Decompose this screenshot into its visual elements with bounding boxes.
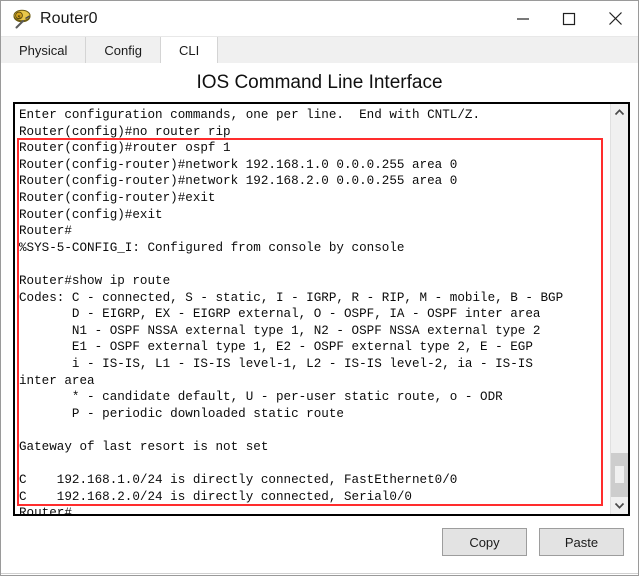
footer-bar: Copy Paste	[1, 516, 638, 575]
cli-line	[19, 422, 610, 439]
cli-line: Router#show ip route	[19, 273, 171, 288]
window-title: Router0	[40, 9, 98, 27]
cli-line	[19, 455, 610, 472]
cli-line: inter area	[19, 373, 95, 388]
cli-line	[19, 256, 610, 273]
cli-line: P - periodic downloaded static route	[19, 406, 344, 421]
scrollbar-track[interactable]	[611, 121, 628, 497]
maximize-icon[interactable]	[546, 1, 592, 36]
paste-button[interactable]: Paste	[539, 528, 624, 556]
window-controls	[500, 1, 638, 36]
page-title: IOS Command Line Interface	[1, 64, 638, 98]
tab-strip: Physical Config CLI	[1, 37, 638, 64]
cli-line: C 192.168.2.0/24 is directly connected, …	[19, 489, 412, 504]
cli-line: Codes: C - connected, S - static, I - IG…	[19, 290, 564, 305]
scrollbar-thumb[interactable]	[611, 453, 628, 497]
router-cli-window: S Router0 Physical Config CLI IOS Comman…	[0, 0, 639, 576]
cli-line: * - candidate default, U - per-user stat…	[19, 390, 503, 405]
svg-text:S: S	[17, 14, 20, 20]
cli-line: D - EIGRP, EX - EIGRP external, O - OSPF…	[19, 307, 541, 322]
cli-line: Router(config)#exit	[19, 207, 163, 222]
cli-line: Enter configuration commands, one per li…	[19, 108, 481, 122]
action-buttons: Copy Paste	[442, 528, 624, 556]
cli-line: Router#	[19, 506, 72, 514]
cli-line: Gateway of last resort is not set	[19, 439, 269, 454]
footer-divider	[1, 573, 638, 574]
cli-line: C 192.168.1.0/24 is directly connected, …	[19, 473, 458, 488]
cli-line: Router(config-router)#exit	[19, 190, 216, 205]
scrollbar-thumb-grip	[615, 466, 624, 483]
minimize-icon[interactable]	[500, 1, 546, 36]
cli-line: N1 - OSPF NSSA external type 1, N2 - OSP…	[19, 323, 541, 338]
cli-line: Router(config-router)#network 192.168.1.…	[19, 157, 458, 172]
title-bar: S Router0	[1, 1, 638, 37]
cli-output-text[interactable]: Enter configuration commands, one per li…	[15, 104, 610, 514]
copy-button[interactable]: Copy	[442, 528, 527, 556]
close-icon[interactable]	[592, 1, 638, 36]
cli-line: Router(config-router)#network 192.168.2.…	[19, 174, 458, 189]
cli-line: %SYS-5-CONFIG_I: Configured from console…	[19, 240, 405, 255]
router-icon: S	[10, 8, 32, 30]
chevron-up-icon[interactable]	[611, 104, 628, 121]
tab-physical[interactable]: Physical	[1, 37, 87, 63]
cli-output-panel[interactable]: Enter configuration commands, one per li…	[13, 102, 630, 516]
cli-line: Router(config)#router ospf 1	[19, 141, 231, 156]
tab-config[interactable]: Config	[86, 37, 161, 63]
cli-line: Router#	[19, 224, 72, 239]
cli-line: Router(config)#no router rip	[19, 124, 231, 139]
cli-line: E1 - OSPF external type 1, E2 - OSPF ext…	[19, 340, 533, 355]
cli-scrollbar[interactable]	[610, 104, 628, 514]
cli-line: i - IS-IS, L1 - IS-IS level-1, L2 - IS-I…	[19, 356, 533, 371]
chevron-down-icon[interactable]	[611, 497, 628, 514]
tab-cli[interactable]: CLI	[161, 37, 219, 63]
